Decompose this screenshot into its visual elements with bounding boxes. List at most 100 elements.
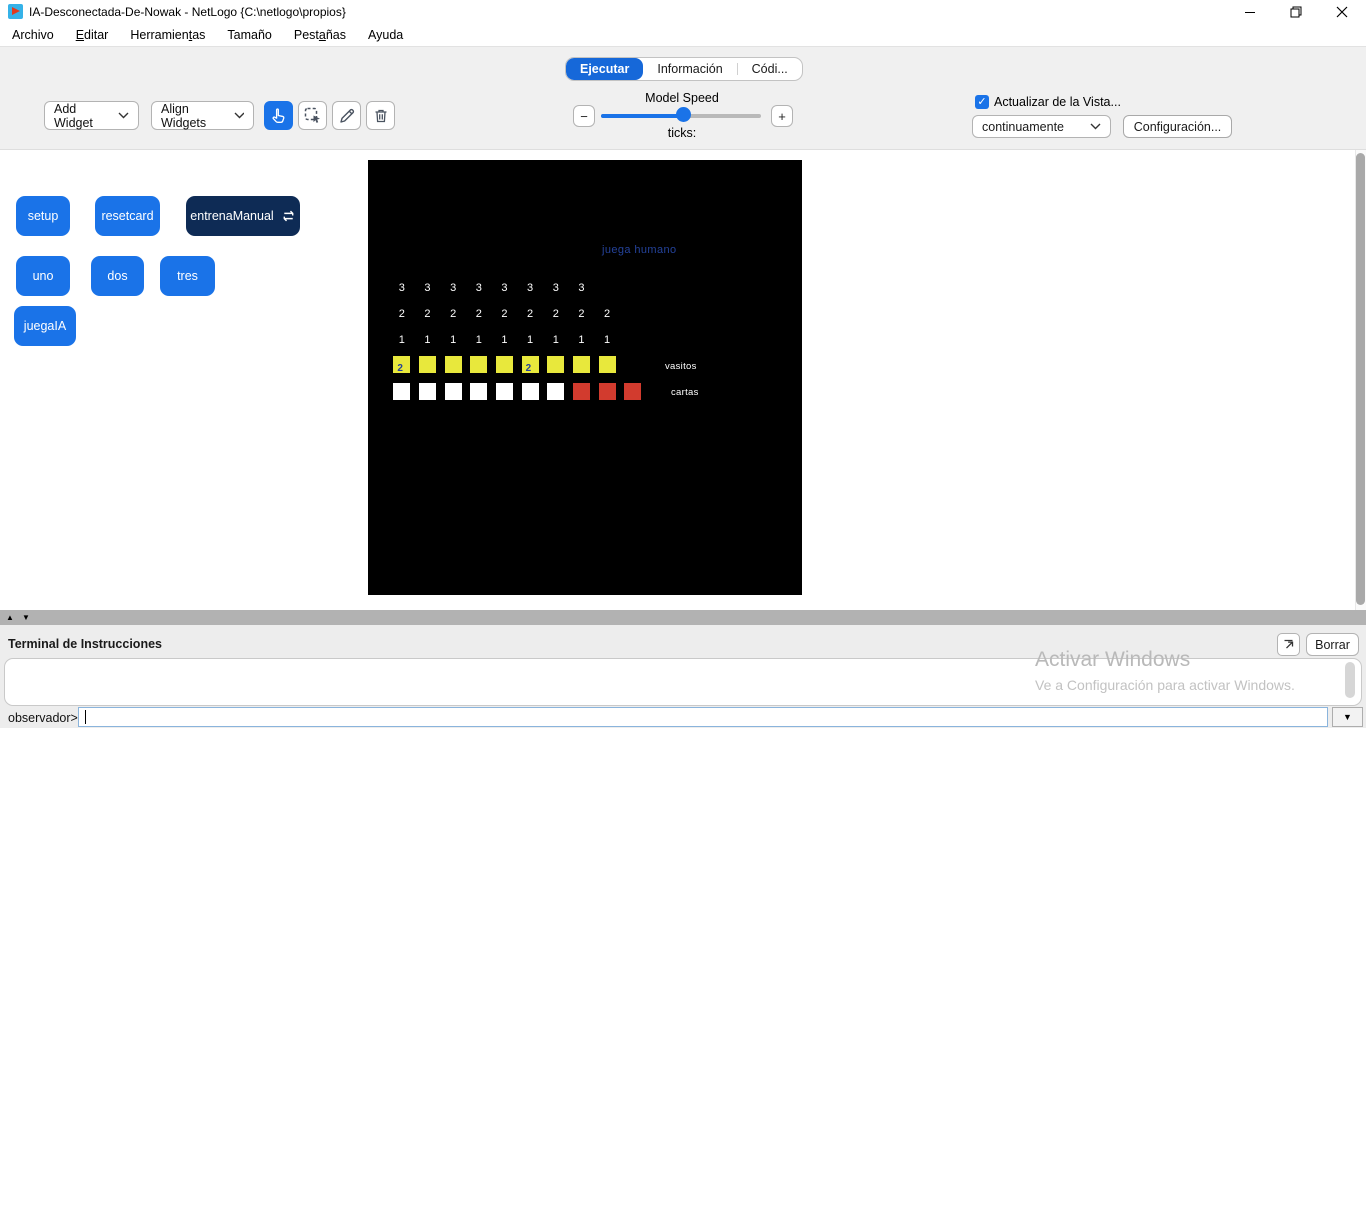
tab-ejecutar[interactable]: Ejecutar bbox=[566, 58, 643, 80]
canvas-number: 2 bbox=[569, 308, 595, 320]
tres-button[interactable]: tres bbox=[160, 256, 215, 296]
edit-widget-tool-button[interactable] bbox=[332, 101, 361, 130]
carta-square-red bbox=[624, 383, 641, 400]
canvas-number: 2 bbox=[594, 308, 620, 320]
update-mode-dropdown[interactable]: continuamente bbox=[972, 115, 1111, 138]
align-widgets-dropdown[interactable]: Align Widgets bbox=[151, 101, 254, 130]
model-speed-label: Model Speed bbox=[601, 91, 763, 105]
canvas-number: 3 bbox=[389, 282, 415, 294]
hand-pointer-icon bbox=[270, 107, 287, 124]
command-center: Terminal de Instrucciones Borrar observa… bbox=[0, 625, 1366, 728]
canvas-number: 1 bbox=[389, 334, 415, 346]
canvas-number: 2 bbox=[543, 308, 569, 320]
forever-loop-icon bbox=[281, 209, 296, 223]
canvas-number: 1 bbox=[543, 334, 569, 346]
speed-slider-fill bbox=[601, 114, 683, 118]
vasito-square-mark: 2 bbox=[526, 363, 532, 374]
canvas-number: 1 bbox=[517, 334, 543, 346]
canvas-number: 3 bbox=[466, 282, 492, 294]
canvas-number: 2 bbox=[492, 308, 518, 320]
speed-minus-button[interactable]: − bbox=[573, 105, 595, 127]
clear-output-button[interactable]: Borrar bbox=[1306, 633, 1359, 656]
horizontal-splitter[interactable]: ▲ ▼ bbox=[0, 610, 1366, 625]
settings-button[interactable]: Configuración... bbox=[1123, 115, 1232, 138]
delete-widget-tool-button[interactable] bbox=[366, 101, 395, 130]
vasito-square-mark: 2 bbox=[397, 363, 403, 374]
export-arrow-icon bbox=[1282, 638, 1295, 651]
entrena-manual-label: entrenaManual bbox=[190, 209, 273, 223]
canvas-number: 3 bbox=[569, 282, 595, 294]
view-updates-checkbox[interactable]: ✓ bbox=[975, 95, 989, 109]
world-view-canvas[interactable]: juega humano 33333333 222222222 11111111… bbox=[368, 160, 802, 595]
canvas-number: 2 bbox=[440, 308, 466, 320]
expand-down-icon[interactable]: ▼ bbox=[22, 613, 30, 622]
canvas-number: 3 bbox=[517, 282, 543, 294]
canvas-number-row-3: 33333333 bbox=[389, 282, 594, 294]
ticks-label: ticks: bbox=[601, 126, 763, 140]
menu-bar: ArchivoEditarHerramientasTamañoPestañasA… bbox=[0, 24, 1366, 46]
restore-button[interactable] bbox=[1273, 0, 1318, 24]
select-widgets-tool-button[interactable] bbox=[298, 101, 327, 130]
canvas-number: 3 bbox=[415, 282, 441, 294]
juega-ia-button[interactable]: juegaIA bbox=[14, 306, 76, 346]
dos-button[interactable]: dos bbox=[91, 256, 144, 296]
close-button[interactable] bbox=[1319, 0, 1364, 24]
observer-prompt-label: observador> bbox=[8, 711, 78, 725]
speed-slider-thumb[interactable] bbox=[676, 107, 691, 122]
collapse-up-icon[interactable]: ▲ bbox=[6, 613, 14, 622]
resetcard-button[interactable]: resetcard bbox=[95, 196, 160, 236]
speed-plus-button[interactable]: + bbox=[771, 105, 793, 127]
menu-item-herramientas[interactable]: Herramientas bbox=[119, 25, 216, 45]
vasito-square-yellow: 2 bbox=[393, 356, 410, 373]
carta-square-red bbox=[599, 383, 616, 400]
menu-item-archivo[interactable]: Archivo bbox=[1, 25, 65, 45]
entrena-manual-forever-button[interactable]: entrenaManual bbox=[186, 196, 300, 236]
tab-informacion[interactable]: Información bbox=[643, 58, 736, 80]
toolbar: Ejecutar Información Códi... Add Widget … bbox=[0, 46, 1366, 150]
canvas-number: 3 bbox=[543, 282, 569, 294]
align-widgets-label: Align Widgets bbox=[161, 102, 234, 130]
vasito-square-yellow bbox=[599, 356, 616, 373]
canvas-number: 1 bbox=[492, 334, 518, 346]
vasitos-label: vasitos bbox=[665, 361, 697, 372]
terminal-scrollbar-thumb[interactable] bbox=[1345, 662, 1355, 698]
carta-square-white bbox=[393, 383, 410, 400]
vasitos-squares-row: 22 bbox=[389, 356, 620, 373]
add-widget-label: Add Widget bbox=[54, 102, 118, 130]
carta-square-white bbox=[419, 383, 436, 400]
restore-icon bbox=[1290, 6, 1302, 18]
uno-button[interactable]: uno bbox=[16, 256, 70, 296]
trash-icon bbox=[372, 107, 390, 125]
canvas-number: 2 bbox=[389, 308, 415, 320]
setup-button[interactable]: setup bbox=[16, 196, 70, 236]
canvas-number-row-1: 111111111 bbox=[389, 334, 620, 346]
canvas-number: 1 bbox=[466, 334, 492, 346]
terminal-output-area[interactable] bbox=[4, 658, 1362, 706]
cartas-squares-row bbox=[389, 383, 646, 400]
command-history-dropdown-button[interactable]: ▼ bbox=[1332, 707, 1363, 727]
carta-square-white bbox=[522, 383, 539, 400]
vasito-square-yellow bbox=[573, 356, 590, 373]
carta-square-white bbox=[547, 383, 564, 400]
splitter-handle-dot[interactable] bbox=[679, 1223, 687, 1231]
canvas-number: 3 bbox=[440, 282, 466, 294]
add-widget-dropdown[interactable]: Add Widget bbox=[44, 101, 139, 130]
vasito-square-yellow bbox=[496, 356, 513, 373]
vertical-scrollbar-thumb[interactable] bbox=[1356, 153, 1365, 605]
menu-item-editar[interactable]: Editar bbox=[65, 25, 120, 45]
close-icon bbox=[1336, 6, 1348, 18]
update-mode-value: continuamente bbox=[982, 120, 1064, 134]
command-input[interactable] bbox=[78, 707, 1328, 727]
interact-hand-tool-button[interactable] bbox=[264, 101, 293, 130]
canvas-caption: juega humano bbox=[602, 244, 677, 256]
minimize-button[interactable] bbox=[1228, 0, 1273, 24]
menu-item-ayuda[interactable]: Ayuda bbox=[357, 25, 414, 45]
caret-down-icon: ▼ bbox=[1343, 712, 1352, 722]
carta-square-white bbox=[470, 383, 487, 400]
canvas-number: 1 bbox=[415, 334, 441, 346]
vasito-square-yellow bbox=[419, 356, 436, 373]
menu-item-pestañas[interactable]: Pestañas bbox=[283, 25, 357, 45]
export-output-button[interactable] bbox=[1277, 633, 1300, 656]
menu-item-tamaño[interactable]: Tamaño bbox=[216, 25, 282, 45]
tab-codigo[interactable]: Códi... bbox=[738, 58, 802, 80]
